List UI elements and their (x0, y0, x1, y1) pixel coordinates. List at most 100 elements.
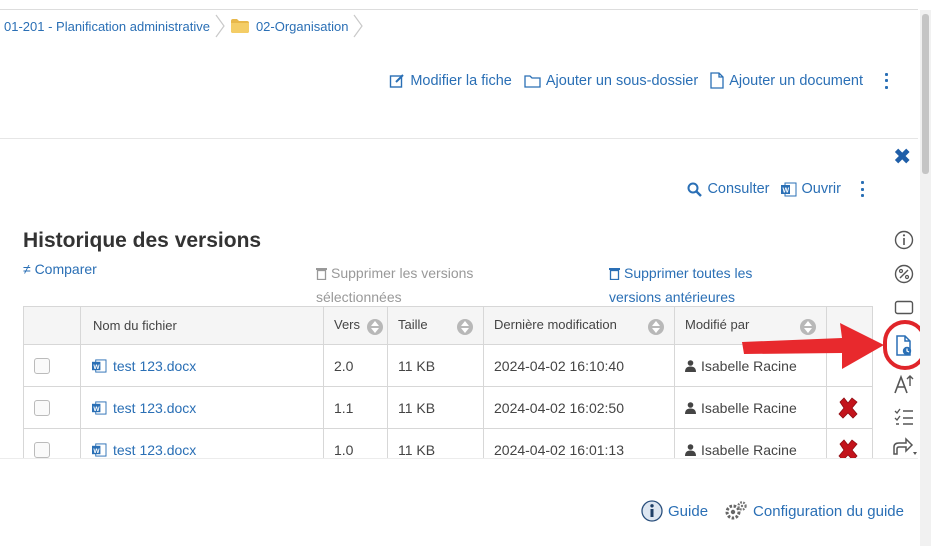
svg-text:W: W (93, 363, 100, 370)
task-list-icon[interactable] (890, 403, 918, 431)
size-cell: 11 KB (387, 386, 484, 429)
delete-version-icon[interactable] (837, 396, 859, 419)
close-icon[interactable]: ✖ (893, 144, 911, 170)
table-row: W test 123.docx 1.1 11 KB 2024-04-02 16:… (23, 386, 873, 429)
word-document-icon: W (92, 400, 107, 415)
size-cell: 11 KB (387, 344, 484, 387)
edit-record-label: Modifier la fiche (410, 72, 512, 89)
consult-button[interactable]: Consulter (687, 181, 770, 197)
user-name: Isabelle Racine (701, 399, 797, 416)
version-cell: 2.0 (323, 344, 388, 387)
column-label: Vers (334, 316, 361, 332)
user-icon (685, 359, 696, 372)
file-link[interactable]: W test 123.docx (91, 442, 313, 458)
file-link[interactable]: W test 123.docx (91, 400, 313, 416)
open-label: Ouvrir (801, 181, 841, 197)
guide-info-icon (641, 500, 663, 522)
sort-icon[interactable] (457, 318, 473, 335)
row-checkbox[interactable] (34, 357, 50, 374)
svg-text:W: W (782, 187, 789, 194)
select-column-header (23, 306, 81, 345)
trash-icon (316, 267, 327, 280)
document-outline-icon (710, 72, 724, 89)
row-checkbox[interactable] (34, 441, 50, 458)
comment-icon[interactable] (890, 294, 918, 322)
guide-config-label: Configuration du guide (753, 502, 904, 520)
version-column-header[interactable]: Vers (323, 306, 388, 345)
guide-button[interactable]: Guide (641, 500, 708, 522)
footer-links: Guide Configuration du guide (641, 500, 904, 522)
compare-button[interactable]: ≠ Comparer (23, 261, 97, 277)
guide-label: Guide (668, 502, 709, 520)
folder-outline-icon (524, 74, 541, 88)
user-name: Isabelle Racine (701, 441, 797, 458)
file-name: test 123.docx (113, 399, 197, 416)
folder-actions: Modifier la fiche Ajouter un sous-dossie… (389, 72, 889, 89)
search-icon (687, 182, 703, 197)
divider (0, 458, 918, 459)
divider (0, 138, 918, 139)
trash-icon (609, 267, 620, 280)
row-checkbox[interactable] (34, 399, 50, 416)
delete-cell (826, 386, 873, 429)
modified-cell: 2024-04-02 16:10:40 (483, 344, 675, 387)
breadcrumb-item-organisation[interactable]: 02-Organisation (226, 18, 353, 34)
breadcrumb-item-planification[interactable]: 01-201 - Planification administrative (0, 19, 214, 34)
column-label: Taille (398, 316, 428, 332)
chevron-right-icon (353, 14, 364, 38)
modified-column-header[interactable]: Dernière modification (483, 306, 675, 345)
filename-cell: W test 123.docx (80, 344, 324, 387)
consult-label: Consulter (707, 181, 770, 197)
delete-all-previous-versions-button[interactable]: Supprimer toutes les versions antérieure… (609, 261, 809, 309)
file-name: test 123.docx (113, 441, 197, 458)
percent-badge-icon[interactable] (890, 260, 918, 288)
user-icon (685, 401, 696, 414)
column-label: Dernière modification (494, 316, 617, 332)
annotation-arrow (742, 323, 884, 369)
size-column-header[interactable]: Taille (387, 306, 484, 345)
filename-cell: W test 123.docx (80, 386, 324, 429)
font-size-increase-icon[interactable] (890, 370, 918, 398)
top-border (0, 0, 918, 10)
chevron-right-icon (215, 14, 225, 38)
user-icon (685, 443, 696, 456)
file-name: test 123.docx (113, 357, 197, 374)
guide-config-button[interactable]: Configuration du guide (724, 500, 904, 522)
delete-all-label: Supprimer toutes les (624, 265, 753, 281)
open-button[interactable]: W Ouvrir (780, 181, 841, 197)
delete-selected-label: Supprimer les versions (331, 265, 474, 281)
more-options-icon[interactable] (883, 72, 889, 89)
breadcrumb-label: 02-Organisation (255, 18, 349, 34)
breadcrumb-label: 01-201 - Planification administrative (4, 18, 210, 34)
edit-record-button[interactable]: Modifier la fiche (389, 73, 512, 89)
share-icon[interactable] (890, 436, 918, 458)
word-document-icon: W (92, 358, 107, 373)
edit-icon (390, 73, 405, 88)
gears-icon (725, 501, 747, 520)
folder-icon (230, 19, 249, 33)
history-title: Historique des versions (23, 229, 262, 252)
word-document-icon: W (780, 182, 797, 196)
word-document-icon: W (92, 442, 107, 457)
svg-text:W: W (93, 447, 100, 454)
delete-selected-versions-button[interactable]: Supprimer les versions sélectionnées (316, 261, 516, 309)
add-subfolder-label: Ajouter un sous-dossier (545, 72, 699, 89)
column-label: Nom du fichier (93, 318, 177, 333)
more-options-icon[interactable] (859, 181, 865, 197)
document-actions: Consulter W Ouvrir (687, 181, 865, 197)
scrollbar-thumb[interactable] (922, 14, 929, 174)
select-cell (23, 386, 81, 429)
add-document-button[interactable]: Ajouter un document (710, 72, 863, 89)
add-subfolder-button[interactable]: Ajouter un sous-dossier (524, 73, 698, 89)
filename-column-header[interactable]: Nom du fichier (80, 306, 324, 345)
sort-icon[interactable] (648, 318, 664, 335)
sort-icon[interactable] (367, 318, 383, 335)
version-cell: 1.1 (323, 386, 388, 429)
modified-by-cell: Isabelle Racine (674, 386, 827, 429)
info-icon[interactable] (890, 226, 918, 254)
add-document-label: Ajouter un document (729, 72, 863, 89)
svg-text:W: W (93, 405, 100, 412)
file-link[interactable]: W test 123.docx (91, 358, 313, 374)
modified-cell: 2024-04-02 16:02:50 (483, 386, 675, 429)
select-cell (23, 344, 81, 387)
